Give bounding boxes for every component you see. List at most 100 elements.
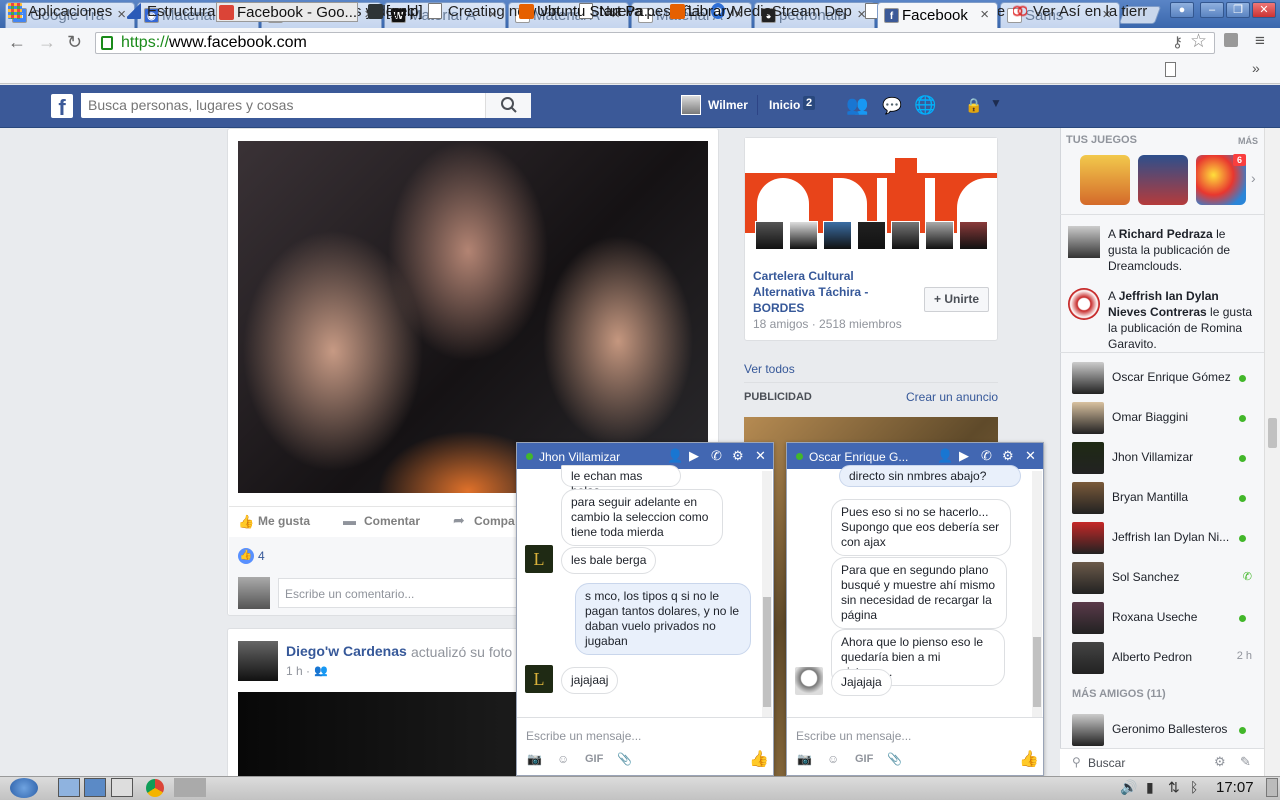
scrollbar-thumb[interactable] <box>763 597 771 707</box>
gif-button[interactable]: GIF <box>855 753 873 765</box>
member-avatar[interactable] <box>959 221 988 250</box>
home-link[interactable]: Inicio <box>769 98 800 112</box>
close-icon[interactable]: ✕ <box>755 448 766 464</box>
attach-icon[interactable]: 📎 <box>617 752 632 766</box>
close-window-icon[interactable]: ✕ <box>1252 2 1276 18</box>
thumbs-up-send-icon[interactable]: 👍 <box>1019 749 1039 769</box>
contact-item[interactable]: Sol Sanchez ✆ <box>1072 560 1256 596</box>
privacy-lock-icon[interactable]: 🔒 <box>965 97 982 114</box>
see-all-link[interactable]: Ver todos <box>744 362 795 376</box>
avatar[interactable] <box>1068 226 1100 258</box>
account-menu-chevron-icon[interactable]: ▼ <box>990 96 1002 110</box>
bluetooth-icon[interactable]: ᛒ <box>1190 779 1198 795</box>
file-manager-icon[interactable] <box>58 778 80 797</box>
bookmark-star-icon[interactable]: ☆ <box>1190 30 1207 53</box>
profile-link[interactable]: Wilmer <box>708 98 748 112</box>
add-friend-icon[interactable]: 👤 <box>667 448 683 464</box>
user-profile-icon[interactable]: ● <box>1170 2 1194 18</box>
gear-icon[interactable]: ⚙ <box>732 448 744 464</box>
messages-icon[interactable]: 💬 <box>882 96 902 116</box>
contact-item[interactable]: Bryan Mantilla <box>1072 480 1256 516</box>
close-icon[interactable]: ✕ <box>1025 448 1036 464</box>
member-avatar[interactable] <box>823 221 852 250</box>
minimize-icon[interactable]: – <box>1200 2 1224 18</box>
create-ad-link[interactable]: Crear un anuncio <box>906 390 998 404</box>
window-icon[interactable] <box>111 778 133 797</box>
forward-arrow-icon[interactable]: → <box>38 32 56 53</box>
bookmark-item[interactable]: Ver Así en la tierr <box>1013 3 1155 20</box>
chat-scrollbar[interactable] <box>762 471 772 717</box>
gear-icon[interactable]: ⚙ <box>1002 448 1014 464</box>
game-castle-icon[interactable] <box>1080 155 1130 205</box>
network-icon[interactable] <box>84 778 106 797</box>
avatar[interactable]: L <box>525 665 553 693</box>
contact-item[interactable]: Jeffrish Ian Dylan Ni... <box>1072 520 1256 556</box>
post-photo[interactable] <box>238 141 708 493</box>
battery-icon[interactable]: ▮ <box>1146 779 1154 796</box>
start-menu-icon[interactable] <box>10 778 38 798</box>
member-avatar[interactable] <box>891 221 920 250</box>
emoji-icon[interactable]: ☺ <box>557 752 569 766</box>
contact-item[interactable]: Oscar Enrique Gómez <box>1072 360 1256 396</box>
comment-button[interactable]: Comentar <box>364 514 420 528</box>
facebook-logo-icon[interactable]: f <box>51 94 73 120</box>
back-arrow-icon[interactable]: ← <box>8 32 26 53</box>
contact-item[interactable]: Alberto Pedron 2 h <box>1072 640 1256 676</box>
tab-close-icon[interactable]: × <box>980 6 989 23</box>
scrollbar-thumb[interactable] <box>1268 418 1277 448</box>
taskbar-item[interactable]: Facebook - Goo... <box>216 2 358 22</box>
post-author[interactable]: Diego'w Cardenas <box>286 643 407 659</box>
like-button[interactable]: Me gusta <box>258 514 310 528</box>
comment-input[interactable]: Escribe un comentario... <box>278 578 528 608</box>
share-button[interactable]: Compa <box>474 514 515 528</box>
extension-icon[interactable] <box>1224 33 1238 47</box>
member-avatar[interactable] <box>857 221 886 250</box>
game-soccer-icon[interactable] <box>1138 155 1188 205</box>
games-more-link[interactable]: MÁS <box>1238 136 1258 146</box>
post-timestamp[interactable]: 1 h · <box>286 664 310 678</box>
avatar[interactable] <box>795 667 823 695</box>
chat-title[interactable]: Jhon Villamizar <box>539 450 620 464</box>
url-field[interactable]: https://www.facebook.com <box>95 32 1215 54</box>
avatar[interactable]: L <box>525 545 553 573</box>
camera-icon[interactable]: 📷 <box>527 752 542 766</box>
phone-icon[interactable]: ✆ <box>981 448 992 464</box>
volume-icon[interactable]: 🔊 <box>1120 779 1137 796</box>
video-call-icon[interactable]: ▶ <box>959 448 969 464</box>
chat-scrollbar[interactable] <box>1032 471 1042 717</box>
likes-count[interactable]: 4 <box>258 549 265 563</box>
search-input[interactable] <box>81 93 481 116</box>
video-call-icon[interactable]: ▶ <box>689 448 699 464</box>
camera-icon[interactable]: 📷 <box>797 752 812 766</box>
group-title[interactable]: Cartelera Cultural Alternativa Táchira -… <box>753 268 913 316</box>
add-friend-icon[interactable]: 👤 <box>937 448 953 464</box>
audience-friends-icon[interactable]: 👥 <box>314 664 328 677</box>
contact-item[interactable]: Omar Biaggini <box>1072 400 1256 436</box>
page-scrollbar[interactable] <box>1264 128 1280 776</box>
chrome-launcher-icon[interactable] <box>146 779 164 797</box>
show-desktop-button[interactable] <box>1266 778 1278 797</box>
member-avatar[interactable] <box>789 221 818 250</box>
chat-title[interactable]: Oscar Enrique G... <box>809 450 919 464</box>
network-status-icon[interactable]: ⇅ <box>1168 779 1180 796</box>
member-avatar[interactable] <box>925 221 954 250</box>
taskbar-item[interactable]: Ubuntu Start Pa... <box>517 2 663 22</box>
bookmark-item[interactable]: Aplicaciones <box>8 3 120 20</box>
contact-item[interactable]: Geronimo Ballesteros <box>1072 712 1256 748</box>
attach-icon[interactable]: 📎 <box>887 752 902 766</box>
new-message-icon[interactable]: ✎ <box>1240 754 1251 770</box>
chat-message-input[interactable]: Escribe un mensaje... <box>796 729 911 743</box>
chevron-right-icon[interactable]: › <box>1251 170 1256 186</box>
tab-8[interactable]: f Facebook × <box>877 2 998 28</box>
notifications-globe-icon[interactable]: 🌐 <box>914 95 936 116</box>
contact-item[interactable]: Roxana Useche <box>1072 600 1256 636</box>
phone-icon[interactable]: ✆ <box>711 448 722 464</box>
more-bookmarks-icon[interactable]: » <box>1252 60 1260 76</box>
thumbs-up-send-icon[interactable]: 👍 <box>749 749 769 769</box>
avatar[interactable] <box>238 641 278 681</box>
member-avatar[interactable] <box>755 221 784 250</box>
clock[interactable]: 17:07 <box>1216 779 1254 796</box>
maximize-icon[interactable]: ❐ <box>1226 2 1250 18</box>
scrollbar-thumb[interactable] <box>1033 637 1041 707</box>
avatar[interactable] <box>681 95 701 115</box>
